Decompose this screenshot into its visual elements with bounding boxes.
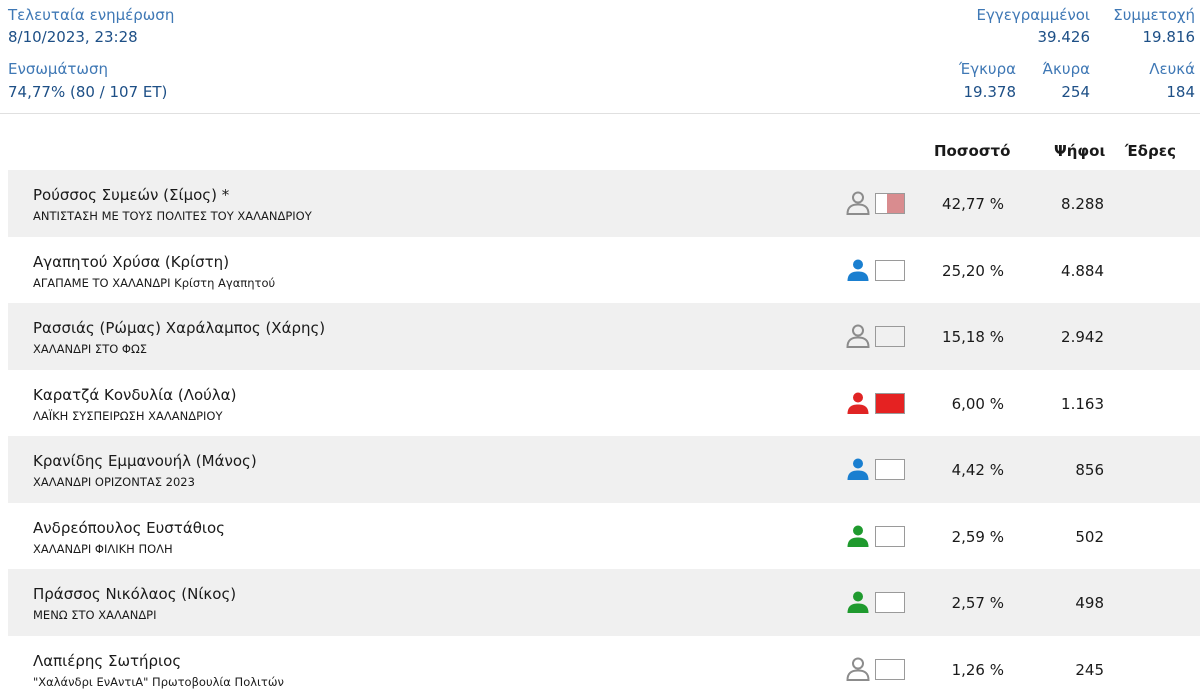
person-icon <box>846 657 870 681</box>
results-table: Ρούσσος Συμεών (Σίμος) * ΑΝΤΙΣΤΑΣΗ ΜΕ ΤΟΥ… <box>8 170 1200 696</box>
invalid-value: 254 <box>1061 83 1090 101</box>
candidate-votes: 502 <box>1075 527 1104 546</box>
candidate-row[interactable]: Λαπιέρης Σωτήριος "Χαλάνδρι ΕνΑντιΑ" Πρωτ… <box>8 636 1200 696</box>
candidate-row[interactable]: Αγαπητού Χρύσα (Κρίστη) ΑΓΑΠΑΜΕ ΤΟ ΧΑΛΑΝΔ… <box>8 237 1200 304</box>
candidate-row[interactable]: Κρανίδης Εμμανουήλ (Μάνος) ΧΑΛΑΝΔΡΙ ΟΡΙΖΟ… <box>8 436 1200 503</box>
candidate-row[interactable]: Ρασσιάς (Ρώμας) Χαράλαμπος (Χάρης) ΧΑΛΑΝΔ… <box>8 303 1200 370</box>
candidate-percent: 2,59 % <box>951 527 1004 546</box>
candidate-percent: 4,42 % <box>951 461 1004 479</box>
candidate-name: Λαπιέρης Σωτήριος <box>33 651 182 670</box>
blank-value: 184 <box>1166 83 1195 101</box>
candidate-votes: 856 <box>1075 461 1104 479</box>
candidate-name: Αγαπητού Χρύσα (Κρίστη) <box>33 252 230 271</box>
candidate-name: Κρανίδης Εμμανουήλ (Μάνος) <box>33 452 257 470</box>
blank-label: Λευκά <box>1149 60 1195 78</box>
last-update-label: Τελευταία ενημέρωση <box>8 6 175 24</box>
candidate-name: Ρασσιάς (Ρώμας) Χαράλαμπος (Χάρης) <box>33 319 326 337</box>
invalid-label: Άκυρα <box>1042 60 1090 78</box>
candidate-party: ΜΕΝΩ ΣΤΟ ΧΑΛΑΝΔΡΙ <box>33 608 157 622</box>
candidate-percent: 25,20 % <box>942 261 1004 280</box>
candidate-percent: 15,18 % <box>942 328 1004 346</box>
integration-label: Ενσωμάτωση <box>8 60 108 78</box>
party-color-swatch <box>875 658 905 680</box>
turnout-value: 19.816 <box>1142 28 1196 46</box>
person-icon <box>847 259 869 281</box>
candidate-votes: 1.163 <box>1061 394 1104 413</box>
column-header-votes: Ψήφοι <box>1054 142 1106 160</box>
last-update-value: 8/10/2023, 23:28 <box>8 28 138 46</box>
summary-header: Τελευταία ενημέρωση 8/10/2023, 23:28 Ενσ… <box>0 0 1200 114</box>
candidate-party: "Χαλάνδρι ΕνΑντιΑ" Πρωτοβουλία Πολιτών <box>33 674 284 689</box>
candidate-votes: 4.884 <box>1061 261 1104 280</box>
candidate-party: ΑΝΤΙΣΤΑΣΗ ΜΕ ΤΟΥΣ ΠΟΛΙΤΕΣ ΤΟΥ ΧΑΛΑΝΔΡΙΟΥ <box>33 209 312 223</box>
candidate-percent: 1,26 % <box>951 660 1004 679</box>
column-header-percent: Ποσοστό <box>934 142 1011 160</box>
candidate-row[interactable]: Ανδρεόπουλος Ευστάθιος ΧΑΛΑΝΔΡΙ ΦΙΛΙΚΗ ΠΟ… <box>8 503 1200 570</box>
person-icon <box>846 324 870 348</box>
party-color-swatch <box>875 459 905 480</box>
candidate-percent: 6,00 % <box>951 394 1004 413</box>
candidate-row[interactable]: Πράσσος Νικόλαος (Νίκος) ΜΕΝΩ ΣΤΟ ΧΑΛΑΝΔΡ… <box>8 569 1200 636</box>
person-icon <box>847 392 869 414</box>
candidate-votes: 8.288 <box>1061 195 1104 213</box>
candidate-percent: 2,57 % <box>951 594 1004 612</box>
party-color-swatch <box>875 193 905 214</box>
party-color-swatch <box>875 592 905 613</box>
candidate-party: ΧΑΛΑΝΔΡΙ ΟΡΙΖΟΝΤΑΣ 2023 <box>33 475 195 489</box>
turnout-label: Συμμετοχή <box>1113 6 1195 24</box>
candidate-percent: 42,77 % <box>942 195 1004 213</box>
candidate-name: Ανδρεόπουλος Ευστάθιος <box>33 518 225 537</box>
registered-label: Εγγεγραμμένοι <box>976 6 1090 24</box>
integration-value: 74,77% (80 / 107 ΕΤ) <box>8 83 168 101</box>
party-color-swatch <box>875 259 905 281</box>
candidate-party: ΧΑΛΑΝΔΡΙ ΣΤΟ ΦΩΣ <box>33 342 148 356</box>
candidate-party: ΧΑΛΑΝΔΡΙ ΦΙΛΙΚΗ ΠΟΛΗ <box>33 541 173 556</box>
person-icon <box>847 591 869 613</box>
candidate-party: ΛΑΪΚΗ ΣΥΣΠΕΙΡΩΣΗ ΧΑΛΑΝΔΡΙΟΥ <box>33 408 223 423</box>
registered-value: 39.426 <box>1037 28 1091 46</box>
person-icon <box>846 191 870 215</box>
candidate-name: Καρατζά Κονδυλία (Λούλα) <box>33 385 237 404</box>
candidate-row[interactable]: Καρατζά Κονδυλία (Λούλα) ΛΑΪΚΗ ΣΥΣΠΕΙΡΩΣΗ… <box>8 370 1200 437</box>
valid-value: 19.378 <box>963 83 1017 101</box>
candidate-name: Ρούσσος Συμεών (Σίμος) * <box>33 186 230 204</box>
candidate-votes: 2.942 <box>1061 328 1104 346</box>
candidate-name: Πράσσος Νικόλαος (Νίκος) <box>33 585 237 603</box>
valid-label: Έγκυρα <box>959 60 1016 78</box>
person-icon <box>847 525 869 547</box>
candidate-row[interactable]: Ρούσσος Συμεών (Σίμος) * ΑΝΤΙΣΤΑΣΗ ΜΕ ΤΟΥ… <box>8 170 1200 237</box>
candidate-votes: 498 <box>1075 594 1104 612</box>
column-header-seats: Έδρες <box>1125 142 1176 160</box>
candidate-party: ΑΓΑΠΑΜΕ ΤΟ ΧΑΛΑΝΔΡΙ Κρίστη Αγαπητού <box>33 275 276 290</box>
party-color-swatch <box>875 525 905 547</box>
person-icon <box>847 458 869 480</box>
party-color-swatch <box>875 326 905 347</box>
candidate-votes: 245 <box>1075 660 1104 679</box>
party-color-swatch <box>875 392 905 414</box>
